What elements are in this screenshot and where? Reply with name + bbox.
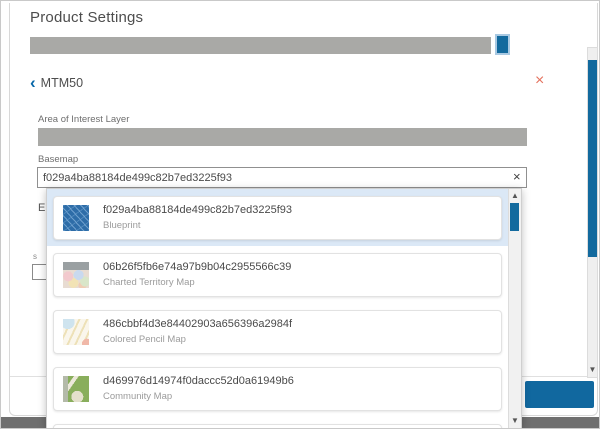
title-placeholder-bar: [30, 37, 491, 54]
basemap-option-name: Blueprint: [103, 220, 292, 231]
basemap-option-card[interactable]: d469976d14974f0daccc52d0a61949b6 Communi…: [53, 367, 502, 411]
basemap-dropdown: f029a4ba88184de499c82b7ed3225f93 Bluepri…: [46, 188, 522, 429]
basemap-option-name: Colored Pencil Map: [103, 334, 292, 345]
basemap-option-card[interactable]: f029a4ba88184de499c82b7ed3225f93 Bluepri…: [53, 196, 502, 240]
page-title: Product Settings: [30, 9, 143, 26]
product-name-label: MTM50: [41, 76, 83, 90]
basemap-option-card[interactable]: 486cbbf4d3e84402903a656396a2984f Colored…: [53, 310, 502, 354]
basemap-option-name: Community Map: [103, 391, 294, 402]
basemap-option-card[interactable]: 06b26f5fb6e74a97b9b04c2955566c39 Charted…: [53, 253, 502, 297]
basemap-option-id: 486cbbf4d3e84402903a656396a2984f: [103, 318, 292, 330]
basemap-option-charted-territory[interactable]: 06b26f5fb6e74a97b9b04c2955566c39 Charted…: [47, 246, 508, 303]
basemap-label: Basemap: [38, 154, 78, 165]
basemap-option-name: Charted Territory Map: [103, 277, 291, 288]
chevron-left-icon: ‹: [30, 75, 36, 91]
basemap-option-colored-pencil[interactable]: 486cbbf4d3e84402903a656396a2984f Colored…: [47, 303, 508, 360]
panel-scroll-down-icon[interactable]: ▼: [588, 366, 597, 374]
basemap-option-blueprint[interactable]: f029a4ba88184de499c82b7ed3225f93 Bluepri…: [47, 189, 508, 246]
basemap-option-id: 06b26f5fb6e74a97b9b04c2955566c39: [103, 261, 291, 273]
close-icon[interactable]: ×: [535, 73, 544, 89]
covered-field-label-fragment: E: [38, 202, 45, 214]
aoi-layer-field-placeholder[interactable]: [38, 128, 527, 146]
dropdown-scrollbar[interactable]: ▲ ▼: [508, 189, 521, 429]
basemap-option-id: f029a4ba88184de499c82b7ed3225f93: [103, 204, 292, 216]
basemap-option-card[interactable]: [53, 424, 502, 429]
panel-scrollbar[interactable]: ▼: [587, 47, 598, 378]
basemap-thumbnail-charted-territory: [63, 262, 89, 288]
basemap-thumbnail-blueprint: [63, 205, 89, 231]
save-primary-button[interactable]: [525, 381, 594, 408]
dropdown-scroll-up-icon[interactable]: ▲: [509, 192, 521, 200]
back-to-products-button[interactable]: ‹ MTM50: [30, 75, 83, 91]
panel-scrollbar-thumb[interactable]: [588, 60, 597, 257]
settings-window: Product Settings ‹ MTM50 × Area of Inter…: [0, 0, 600, 429]
basemap-option-community[interactable]: d469976d14974f0daccc52d0a61949b6 Communi…: [47, 360, 508, 417]
dropdown-scroll-down-icon[interactable]: ▼: [509, 417, 521, 425]
covered-checkbox-label-fragment: s: [33, 252, 37, 261]
placeholder-accent-square: [495, 34, 510, 55]
clear-input-icon[interactable]: ×: [513, 169, 521, 184]
basemap-option-list: f029a4ba88184de499c82b7ed3225f93 Bluepri…: [47, 189, 508, 429]
basemap-option-id: d469976d14974f0daccc52d0a61949b6: [103, 375, 294, 387]
basemap-input[interactable]: [37, 167, 527, 188]
dropdown-scrollbar-thumb[interactable]: [510, 203, 519, 231]
basemap-thumbnail-community: [63, 376, 89, 402]
aoi-layer-label: Area of Interest Layer: [38, 114, 129, 125]
basemap-thumbnail-colored-pencil: [63, 319, 89, 345]
basemap-option-partial[interactable]: [47, 417, 508, 429]
